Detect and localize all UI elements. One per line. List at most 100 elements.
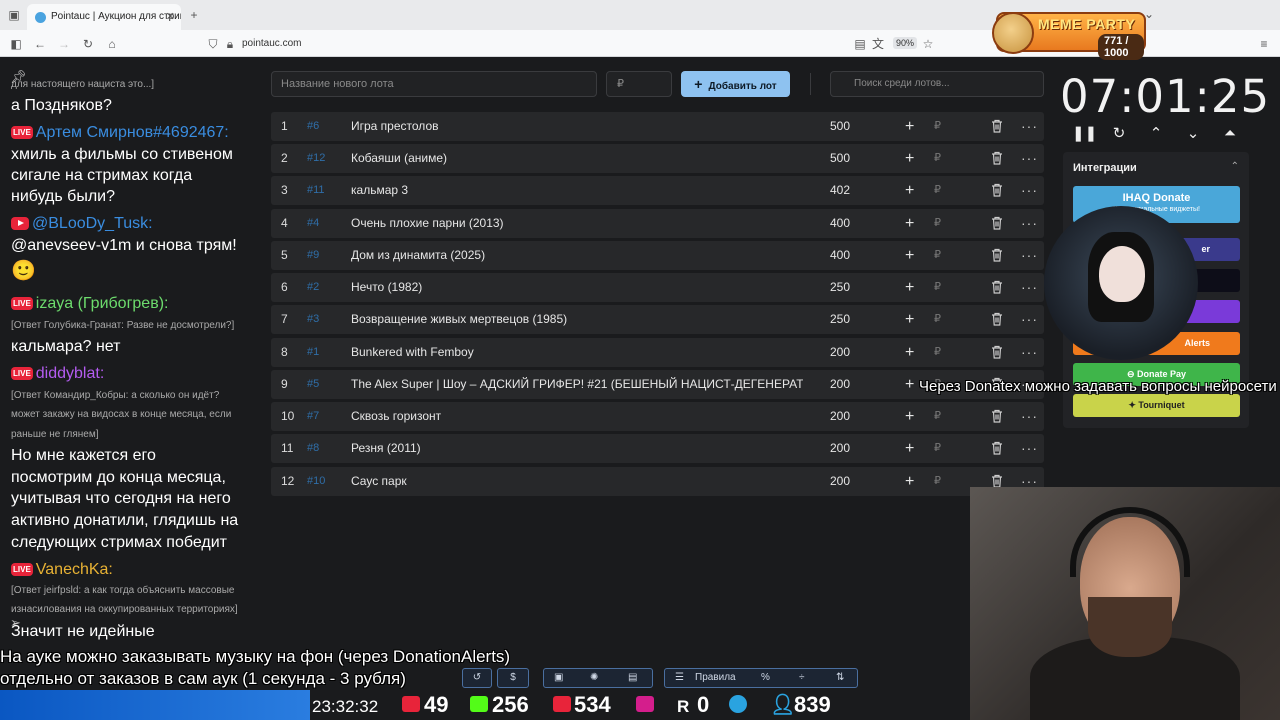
lot-amount[interactable]: 200	[830, 402, 850, 431]
add-amount-icon[interactable]: +	[905, 144, 914, 173]
browser-tab[interactable]: Pointauc | Аукцион для стримеров ✕	[27, 4, 181, 30]
delete-lot-icon[interactable]	[991, 474, 1003, 488]
more-options-icon[interactable]: ···	[1021, 112, 1038, 141]
split-icon[interactable]: ÷	[799, 669, 805, 687]
home-icon[interactable]: ⌂	[104, 36, 120, 52]
address-bar[interactable]: pointauc.com	[242, 38, 301, 49]
lot-name[interactable]: кальмар 3	[351, 176, 803, 205]
lot-row[interactable]: 5 #9 Дом из динамита (2025) 400 + ₽ ···	[271, 241, 1044, 270]
lot-name[interactable]: Нечто (1982)	[351, 273, 803, 302]
reset-icon[interactable]: ↻	[1109, 124, 1129, 144]
collapse-icon[interactable]: ⏶	[1220, 124, 1240, 144]
subtract-time-icon[interactable]: ⌄	[1183, 124, 1203, 144]
price-input[interactable]: ₽	[606, 71, 672, 97]
menu-icon[interactable]: ≡	[1256, 36, 1272, 52]
new-lot-input[interactable]: Название нового лота	[271, 71, 597, 97]
lot-row[interactable]: 10 #7 Сквозь горизонт 200 + ₽ ···	[271, 402, 1044, 431]
reader-view-icon[interactable]: ▤	[852, 36, 868, 52]
ruble-icon[interactable]: ₽	[934, 241, 941, 270]
add-time-icon[interactable]: ⌃	[1146, 124, 1166, 144]
delete-lot-icon[interactable]	[991, 312, 1003, 326]
lot-row[interactable]: 1 #6 Игра престолов 500 + ₽ ···	[271, 112, 1044, 141]
tab-overview-icon[interactable]: ▣	[6, 7, 22, 23]
more-options-icon[interactable]: ···	[1021, 305, 1038, 334]
delete-lot-icon[interactable]	[991, 216, 1003, 230]
add-lot-button[interactable]: + Добавить лот	[681, 71, 790, 97]
add-amount-icon[interactable]: +	[905, 273, 914, 302]
lot-name[interactable]: Кобаяши (аниме)	[351, 144, 803, 173]
send-icon[interactable]: ➢	[10, 615, 21, 631]
lot-name[interactable]: Игра престолов	[351, 112, 803, 141]
rules-button[interactable]: Правила	[695, 669, 736, 687]
ruble-icon[interactable]: ₽	[934, 209, 941, 238]
add-amount-icon[interactable]: +	[905, 209, 914, 238]
bug-icon[interactable]: ✺	[590, 669, 598, 687]
lot-name[interactable]: Дом из динамита (2025)	[351, 241, 803, 270]
lot-name[interactable]: Сквозь горизонт	[351, 402, 803, 431]
translate-icon[interactable]: 文	[870, 36, 886, 52]
reload-icon[interactable]: ↻	[80, 36, 96, 52]
ruble-icon[interactable]: ₽	[934, 112, 941, 141]
ruble-icon[interactable]: ₽	[934, 144, 941, 173]
lot-amount[interactable]: 402	[830, 176, 850, 205]
back-icon[interactable]: ←	[32, 36, 48, 52]
ruble-icon[interactable]: ₽	[934, 176, 941, 205]
shield-icon[interactable]: ⛉	[205, 36, 221, 52]
delete-lot-icon[interactable]	[991, 280, 1003, 294]
lot-name[interactable]: Bunkered with Femboy	[351, 338, 803, 367]
delete-lot-icon[interactable]	[991, 119, 1003, 133]
more-options-icon[interactable]: ···	[1021, 144, 1038, 173]
lot-row[interactable]: 2 #12 Кобаяши (аниме) 500 + ₽ ···	[271, 144, 1044, 173]
forward-icon[interactable]: →	[56, 36, 72, 52]
lot-amount[interactable]: 250	[830, 305, 850, 334]
lot-amount[interactable]: 200	[830, 434, 850, 463]
delete-lot-icon[interactable]	[991, 441, 1003, 455]
add-amount-icon[interactable]: +	[905, 402, 914, 431]
delete-lot-icon[interactable]	[991, 409, 1003, 423]
lot-name[interactable]: Возвращение живых мертвецов (1985)	[351, 305, 803, 334]
add-amount-icon[interactable]: +	[905, 434, 914, 463]
lot-row[interactable]: 6 #2 Нечто (1982) 250 + ₽ ···	[271, 273, 1044, 302]
donate-button[interactable]: $	[497, 668, 529, 688]
new-tab-icon[interactable]: +	[186, 7, 202, 23]
lot-amount[interactable]: 400	[830, 241, 850, 270]
ruble-icon[interactable]: ₽	[934, 402, 941, 431]
lot-amount[interactable]: 500	[830, 144, 850, 173]
lot-amount[interactable]: 200	[830, 338, 850, 367]
delete-lot-icon[interactable]	[991, 151, 1003, 165]
bookmark-star-icon[interactable]: ☆	[920, 36, 936, 52]
more-options-icon[interactable]: ···	[1021, 402, 1038, 431]
more-options-icon[interactable]: ···	[1021, 241, 1038, 270]
lot-amount[interactable]: 200	[830, 467, 850, 496]
lot-row[interactable]: 7 #3 Возвращение живых мертвецов (1985) 250…	[271, 305, 1044, 334]
add-amount-icon[interactable]: +	[905, 370, 914, 399]
delete-lot-icon[interactable]	[991, 345, 1003, 359]
lot-row[interactable]: 12 #10 Саус парк 200 + ₽ ···	[271, 467, 1044, 496]
collapse-chevron-icon[interactable]: ⌃	[1231, 161, 1239, 172]
sidebar-icon[interactable]: ◧	[8, 36, 24, 52]
clear-icon[interactable]: ▤	[628, 669, 637, 687]
sort-icon[interactable]: ⇅	[836, 669, 844, 687]
lot-name[interactable]: Резня (2011)	[351, 434, 803, 463]
more-options-icon[interactable]: ···	[1021, 434, 1038, 463]
lot-amount[interactable]: 400	[830, 209, 850, 238]
add-amount-icon[interactable]: +	[905, 467, 914, 496]
add-amount-icon[interactable]: +	[905, 338, 914, 367]
lot-name[interactable]: The Alex Super | Шоу – АДСКИЙ ГРИФЕР! #2…	[351, 370, 803, 399]
pause-icon[interactable]: ❚❚	[1072, 124, 1097, 144]
add-amount-icon[interactable]: +	[905, 241, 914, 270]
history-button[interactable]: ↺	[462, 668, 492, 688]
more-options-icon[interactable]: ···	[1021, 273, 1038, 302]
tourniquet-button[interactable]: ✦ Tourniquet	[1073, 394, 1240, 417]
delete-lot-icon[interactable]	[991, 248, 1003, 262]
lot-amount[interactable]: 250	[830, 273, 850, 302]
add-amount-icon[interactable]: +	[905, 176, 914, 205]
lot-row[interactable]: 4 #4 Очень плохие парни (2013) 400 + ₽ ···	[271, 209, 1044, 238]
lot-amount[interactable]: 500	[830, 112, 850, 141]
lot-row[interactable]: 11 #8 Резня (2011) 200 + ₽ ···	[271, 434, 1044, 463]
more-options-icon[interactable]: ···	[1021, 338, 1038, 367]
lot-name[interactable]: Саус парк	[351, 467, 803, 496]
more-options-icon[interactable]: ···	[1021, 176, 1038, 205]
lock-icon[interactable]: 🔒︎	[222, 36, 238, 52]
add-amount-icon[interactable]: +	[905, 112, 914, 141]
